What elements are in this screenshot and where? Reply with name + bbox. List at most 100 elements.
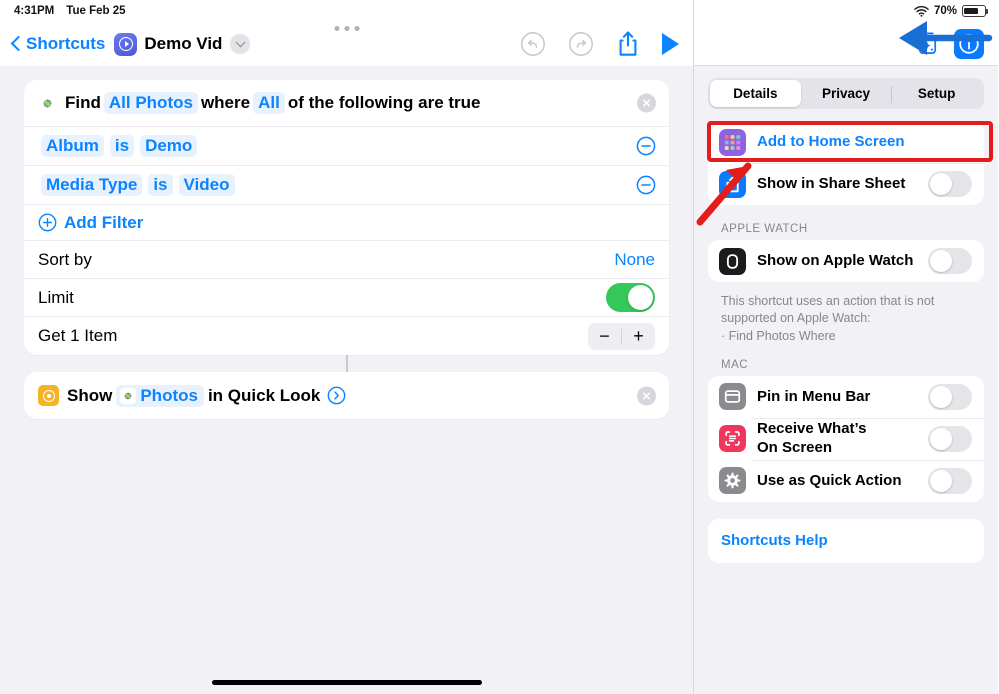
details-pane: 70% Details Privacy Setup Add to Home Sc… xyxy=(694,0,998,694)
receive-whats-on-screen-label: Receive What’s On Screen xyxy=(757,420,928,457)
play-icon xyxy=(662,33,679,55)
use-as-quick-action-toggle[interactable] xyxy=(928,467,972,494)
limit-label: Limit xyxy=(38,287,74,307)
back-chevron-icon[interactable] xyxy=(10,34,23,54)
status-time: 4:31PM xyxy=(14,5,55,17)
action-connector-line xyxy=(24,355,669,372)
minus-circle-icon[interactable] xyxy=(636,175,656,195)
find-source-token[interactable]: All Photos xyxy=(103,92,198,114)
show-on-apple-watch-row[interactable]: Show on Apple Watch xyxy=(708,240,984,282)
sort-by-row[interactable]: Sort by None xyxy=(24,241,669,279)
details-tabs-container: Details Privacy Setup xyxy=(694,66,998,115)
close-circle-icon[interactable] xyxy=(637,386,656,405)
filter-field[interactable]: Album xyxy=(41,135,104,157)
add-to-home-screen-label: Add to Home Screen xyxy=(757,132,905,150)
find-match-token[interactable]: All xyxy=(253,92,285,114)
editor-navigation-bar: Shortcuts Demo Vid xyxy=(0,22,693,66)
show-action-header-row[interactable]: Show Photos in Quick Look xyxy=(24,372,669,419)
show-suffix-label: in Quick Look xyxy=(207,385,321,405)
pin-in-menu-bar-row[interactable]: Pin in Menu Bar xyxy=(708,376,984,418)
share-button[interactable] xyxy=(616,30,640,58)
show-in-share-sheet-label: Show in Share Sheet xyxy=(757,174,906,192)
stepper-increment-button[interactable]: + xyxy=(622,323,655,350)
filter-operator[interactable]: is xyxy=(148,174,173,196)
blue-pointer-arrow xyxy=(899,21,993,55)
shortcut-play-icon xyxy=(114,32,138,56)
filter-field[interactable]: Media Type xyxy=(41,174,143,196)
label-line-2: On Screen xyxy=(757,438,833,456)
quantity-stepper[interactable]: − + xyxy=(588,322,655,350)
menu-bar-icon xyxy=(719,383,746,411)
photos-icon xyxy=(38,93,57,113)
show-verb: Show xyxy=(67,385,113,405)
add-filter-button[interactable]: Add Filter xyxy=(24,205,669,241)
show-token-label: Photos xyxy=(140,385,198,405)
close-circle-icon[interactable] xyxy=(637,93,656,113)
filter-row-media-type[interactable]: Media Type is Video xyxy=(24,166,669,205)
footnote-line-3: · Find Photos Where xyxy=(721,328,836,343)
page-title: Demo Vid xyxy=(144,34,223,53)
show-in-share-sheet-toggle[interactable] xyxy=(928,171,972,197)
share-icon xyxy=(619,31,637,56)
shortcuts-help-label: Shortcuts Help xyxy=(721,531,828,549)
mac-group: Pin in Menu Bar Receive What’sOn Screen xyxy=(708,375,984,502)
quick-action-gear-icon xyxy=(719,467,746,495)
filter-value[interactable]: Demo xyxy=(140,135,198,157)
tab-privacy[interactable]: Privacy xyxy=(801,80,892,107)
tab-setup[interactable]: Setup xyxy=(891,80,982,107)
chevron-down-icon[interactable] xyxy=(230,34,251,54)
sort-by-value[interactable]: None xyxy=(614,250,655,270)
label-line-1: Receive What’s xyxy=(757,420,867,438)
undo-button[interactable] xyxy=(520,31,546,57)
redo-icon xyxy=(569,32,593,56)
limit-row[interactable]: Limit xyxy=(24,279,669,317)
footnote-line-1: This shortcut uses an action that is not xyxy=(721,294,935,308)
run-button[interactable] xyxy=(662,33,679,55)
find-suffix-label: of the following are true xyxy=(287,93,481,112)
find-verb: Find xyxy=(65,93,101,112)
show-on-apple-watch-toggle[interactable] xyxy=(928,248,972,274)
get-items-row[interactable]: Get 1 Item − + xyxy=(24,317,669,355)
tab-details[interactable]: Details xyxy=(710,80,801,107)
redo-button[interactable] xyxy=(568,31,594,57)
actions-scroll-area[interactable]: Find All Photos where All of the followi… xyxy=(0,66,693,694)
sort-by-label: Sort by xyxy=(38,249,92,269)
find-photos-action-card[interactable]: Find All Photos where All of the followi… xyxy=(24,80,669,355)
help-group: Shortcuts Help xyxy=(708,518,984,563)
apple-watch-icon xyxy=(719,247,746,275)
status-date: Tue Feb 25 xyxy=(66,5,126,17)
receive-screen-icon xyxy=(719,425,746,453)
limit-toggle[interactable] xyxy=(606,283,655,312)
shortcut-editor-pane: 4:31PM Tue Feb 25 Shortcuts Demo Vid Fin… xyxy=(0,0,694,694)
mac-section-header: MAC xyxy=(721,358,749,371)
quicklook-icon xyxy=(38,385,59,406)
home-screen-grid-icon xyxy=(719,128,746,156)
use-as-quick-action-row[interactable]: Use as Quick Action xyxy=(708,459,984,502)
multitasking-dots-icon[interactable] xyxy=(334,26,359,31)
shortcuts-help-row[interactable]: Shortcuts Help xyxy=(708,519,984,563)
minus-circle-icon[interactable] xyxy=(636,136,656,156)
show-quicklook-action-card[interactable]: Show Photos in Quick Look xyxy=(24,372,669,419)
filter-operator[interactable]: is xyxy=(109,135,135,157)
plus-circle-icon xyxy=(38,213,57,232)
back-button-label[interactable]: Shortcuts xyxy=(26,34,105,54)
status-bar-left: 4:31PM Tue Feb 25 xyxy=(0,0,693,22)
find-action-header-row[interactable]: Find All Photos where All of the followi… xyxy=(24,80,669,127)
filter-row-album[interactable]: Album is Demo xyxy=(24,127,669,166)
filter-value[interactable]: Video xyxy=(178,174,235,196)
undo-icon xyxy=(521,32,545,56)
screen-root: 4:31PM Tue Feb 25 Shortcuts Demo Vid Fin… xyxy=(0,0,999,694)
segmented-control[interactable]: Details Privacy Setup xyxy=(708,78,984,109)
receive-whats-on-screen-row[interactable]: Receive What’s On Screen xyxy=(708,417,984,460)
stepper-decrement-button[interactable]: − xyxy=(588,323,621,350)
pin-in-menu-bar-toggle[interactable] xyxy=(928,383,972,410)
add-to-home-screen-row[interactable]: Add to Home Screen xyxy=(708,121,984,163)
show-photos-token[interactable]: Photos xyxy=(116,384,204,407)
receive-whats-on-screen-toggle[interactable] xyxy=(928,425,972,452)
chevron-right-circle-icon[interactable] xyxy=(327,386,346,405)
apple-watch-group: Show on Apple Watch xyxy=(708,240,984,282)
footnote-line-2: supported on Apple Watch: xyxy=(721,311,871,326)
use-as-quick-action-label: Use as Quick Action xyxy=(757,471,902,489)
pin-in-menu-bar-label: Pin in Menu Bar xyxy=(757,387,871,405)
add-filter-label: Add Filter xyxy=(64,212,144,232)
